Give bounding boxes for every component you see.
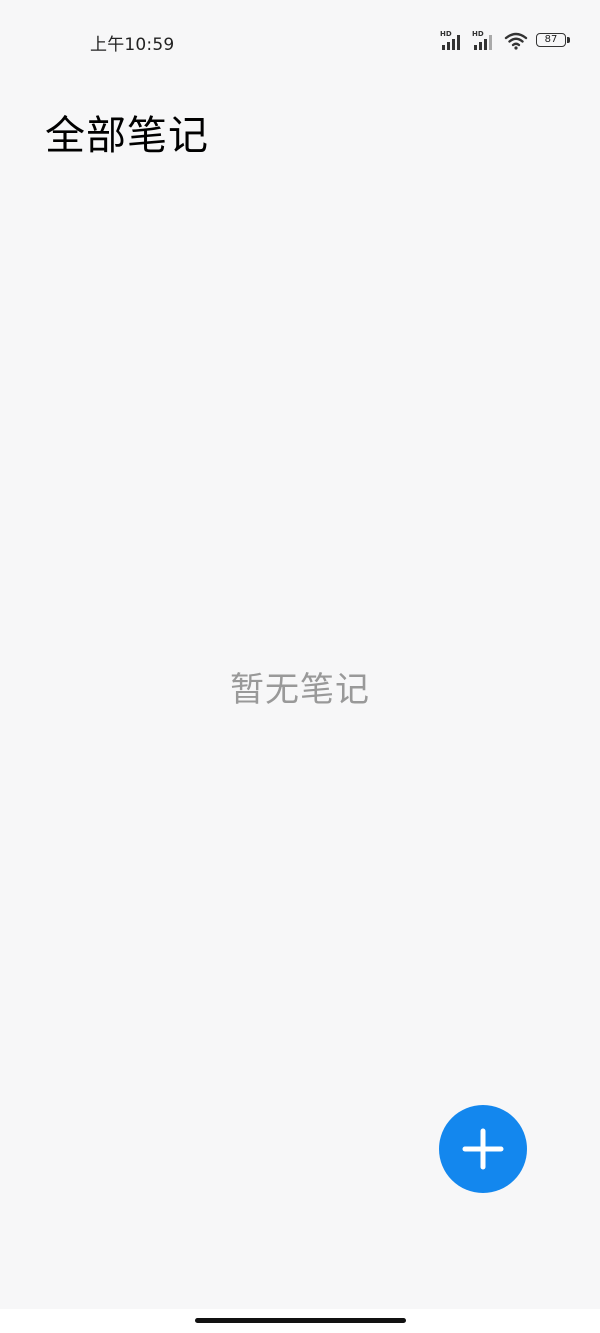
wifi-icon xyxy=(504,31,528,51)
page-title: 全部笔记 xyxy=(45,113,209,159)
home-indicator[interactable] xyxy=(195,1318,406,1323)
status-bar: 上午10:59 HD HD 87 xyxy=(0,0,600,84)
add-note-button[interactable] xyxy=(439,1105,527,1193)
empty-state-message: 暂无笔记 xyxy=(230,670,370,710)
plus-icon xyxy=(462,1128,504,1170)
status-icons: HD HD 87 xyxy=(440,30,572,52)
status-time: 上午10:59 xyxy=(90,35,175,55)
battery-icon: 87 xyxy=(536,33,572,49)
cellular-signal-icon: HD xyxy=(472,30,496,51)
battery-level: 87 xyxy=(544,34,558,45)
cellular-signal-icon: HD xyxy=(440,30,464,51)
